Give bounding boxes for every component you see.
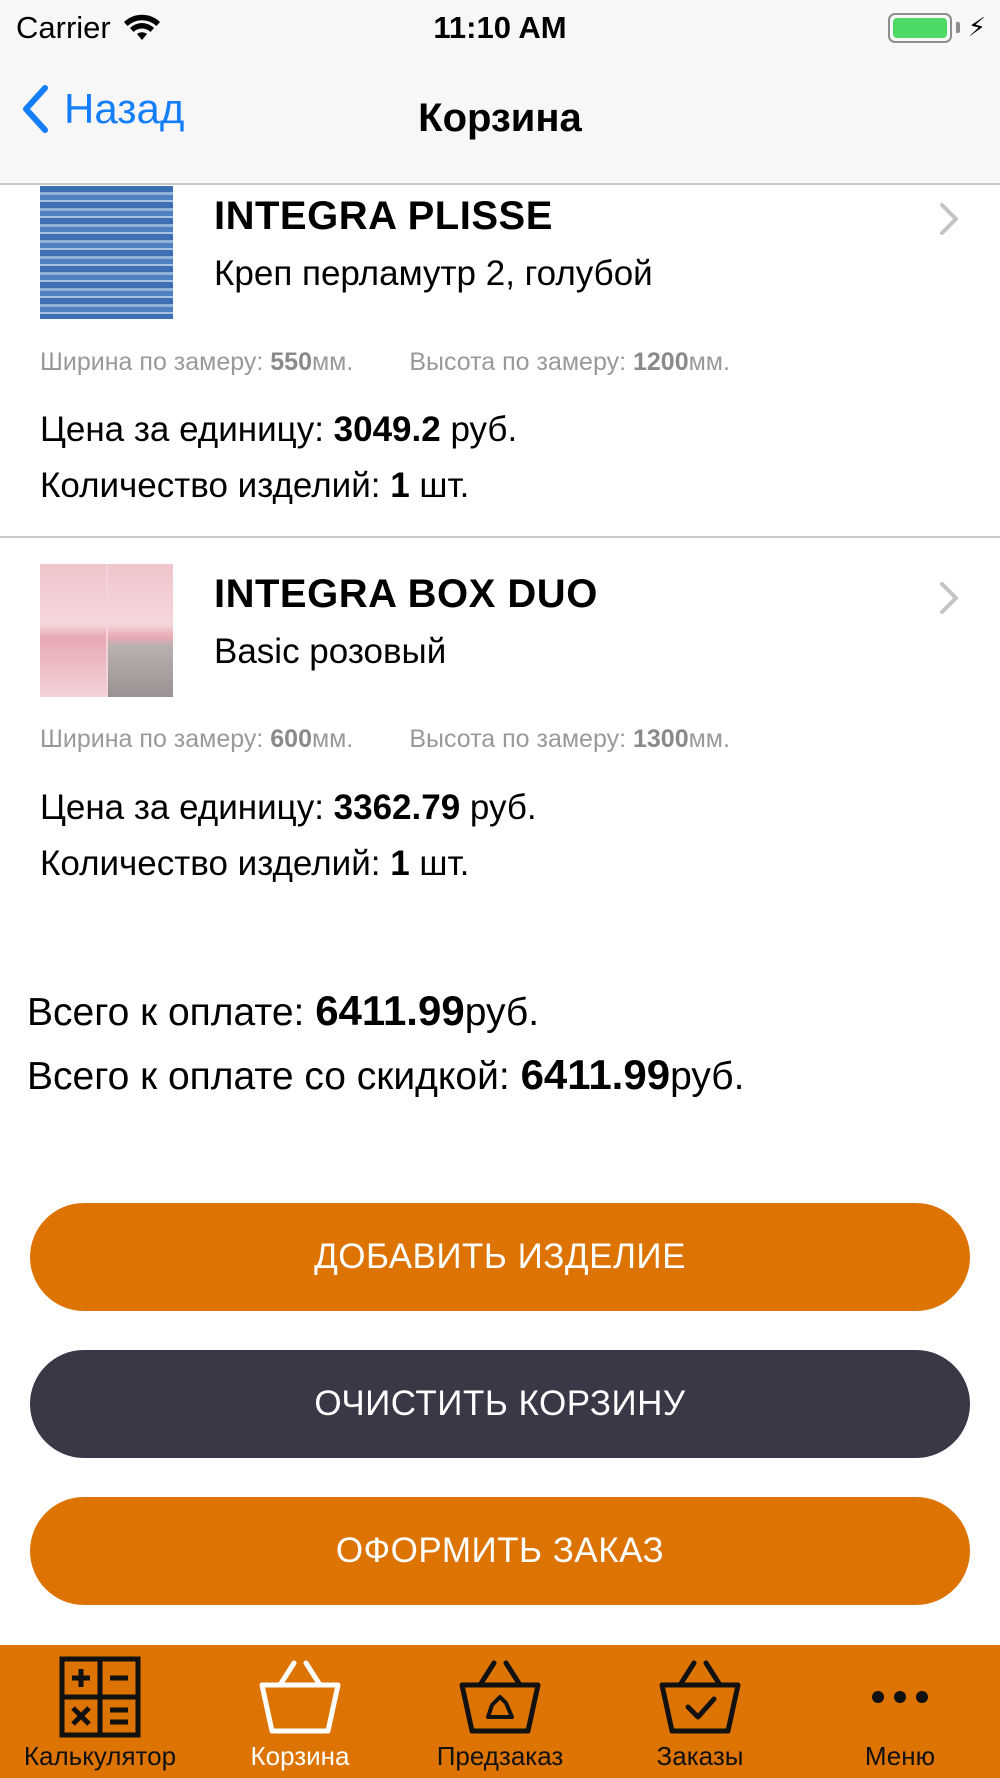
basket-check-icon	[659, 1660, 741, 1734]
unit-price: Цена за единицу: 3049.2 руб.	[40, 410, 518, 449]
navigation-bar: Назад Корзина	[0, 54, 1000, 185]
basket-icon	[259, 1660, 341, 1734]
product-name: INTEGRA BOX DUO	[214, 572, 598, 616]
height-measure: Высота по замеру: 1300мм.	[409, 725, 730, 753]
product-thumbnail	[40, 186, 173, 319]
width-measure: Ширина по замеру: 550мм.	[40, 348, 354, 376]
clear-cart-button[interactable]: ОЧИСТИТЬ КОРЗИНУ	[30, 1350, 970, 1458]
tab-orders[interactable]: Заказы	[600, 1645, 800, 1778]
tab-label: Предзаказ	[436, 1741, 564, 1771]
status-time: 11:10 AM	[433, 10, 567, 45]
tab-cart[interactable]: Корзина	[200, 1645, 400, 1778]
more-icon	[872, 1691, 928, 1703]
total-line: Всего к оплате: 6411.99руб.	[27, 987, 540, 1034]
battery-indicator: ⚡	[887, 12, 986, 43]
tab-preorder[interactable]: Предзаказ	[400, 1645, 600, 1778]
tab-label: Заказы	[656, 1741, 744, 1771]
product-variant: Basic розовый	[214, 632, 447, 671]
calculator-icon	[59, 1656, 141, 1738]
battery-icon	[887, 12, 952, 43]
product-thumbnail	[40, 564, 173, 697]
page-title: Корзина	[418, 96, 582, 140]
cart-item[interactable]: INTEGRA BOX DUO Basic розовый Ширина по …	[0, 540, 1000, 895]
item-quantity: Количество изделий: 1 шт.	[40, 844, 470, 883]
chevron-right-icon[interactable]	[938, 201, 960, 237]
product-variant: Креп перламутр 2, голубой	[214, 254, 653, 293]
measurements: Ширина по замеру: 550мм. Высота по замер…	[40, 348, 730, 377]
item-quantity: Количество изделий: 1 шт.	[40, 466, 470, 505]
product-name: INTEGRA PLISSE	[214, 194, 553, 238]
charging-icon: ⚡	[967, 12, 986, 42]
tab-bar: Калькулятор Корзина Предзаказ Заказы Мен…	[0, 1645, 1000, 1778]
basket-preorder-icon	[459, 1660, 541, 1734]
tab-menu[interactable]: Меню	[800, 1645, 1000, 1778]
cart-item[interactable]: INTEGRA PLISSE Креп перламутр 2, голубой…	[0, 186, 1000, 538]
unit-price: Цена за единицу: 3362.79 руб.	[40, 788, 537, 827]
add-item-button[interactable]: ДОБАВИТЬ ИЗДЕЛИЕ	[30, 1203, 970, 1311]
tab-label: Корзина	[250, 1741, 350, 1771]
measurements: Ширина по замеру: 600мм. Высота по замер…	[40, 725, 730, 754]
discount-total-line: Всего к оплате со скидкой: 6411.99руб.	[27, 1051, 745, 1098]
tab-label: Калькулятор	[23, 1741, 177, 1771]
width-measure: Ширина по замеру: 600мм.	[40, 725, 354, 753]
checkout-button[interactable]: ОФОРМИТЬ ЗАКАЗ	[30, 1497, 970, 1605]
status-bar: Carrier 11:10 AM ⚡	[0, 0, 1000, 54]
tab-calculator[interactable]: Калькулятор	[0, 1645, 200, 1778]
chevron-right-icon[interactable]	[938, 580, 960, 616]
height-measure: Высота по замеру: 1200мм.	[409, 348, 730, 376]
order-totals: Всего к оплате: 6411.99руб. Всего к опла…	[27, 980, 744, 1108]
tab-label: Меню	[864, 1741, 936, 1771]
